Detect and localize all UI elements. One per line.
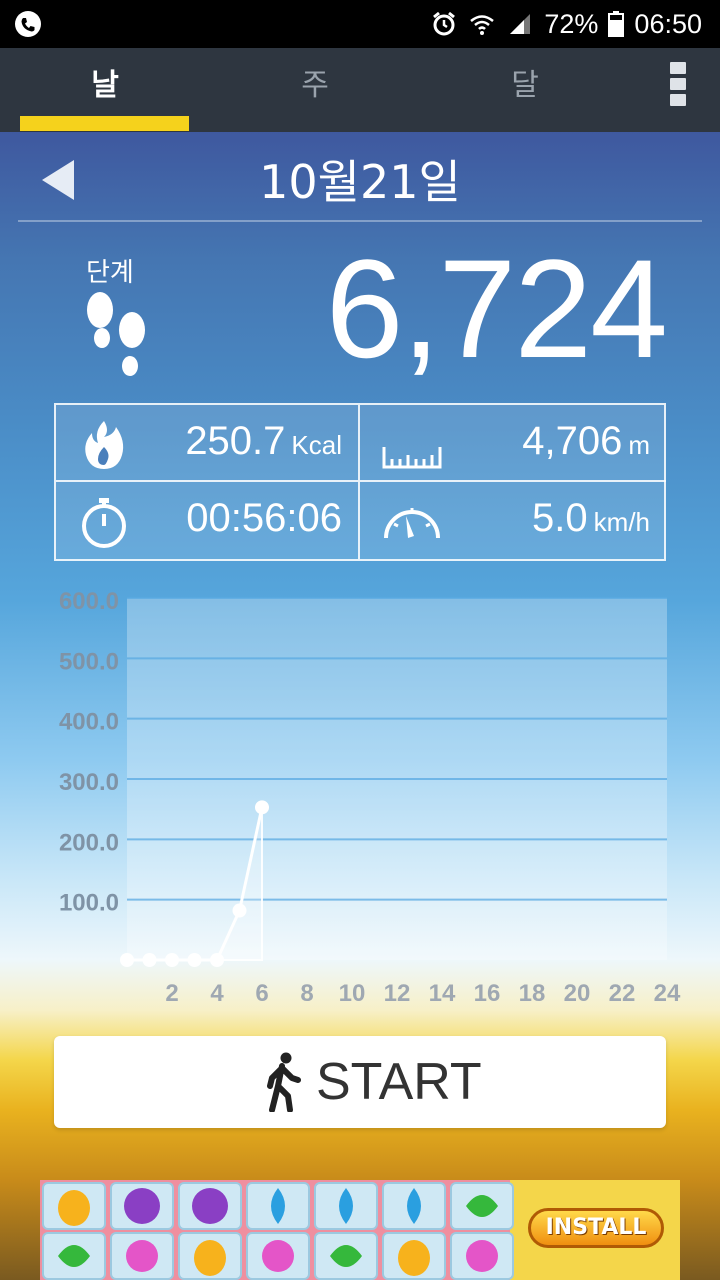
- start-button[interactable]: START: [54, 1036, 666, 1128]
- speed-value: 5.0: [532, 496, 588, 540]
- x-tick-label: 8: [300, 980, 313, 1007]
- x-tick-label: 20: [564, 980, 591, 1007]
- x-tick-label: 4: [210, 980, 224, 1007]
- phone-icon: [15, 11, 41, 37]
- ad-fruit-icons: [58, 1188, 498, 1276]
- chart-point: [255, 800, 269, 815]
- y-tick-label: 300.0: [59, 769, 119, 796]
- calories-cell: 250.7 Kcal: [56, 405, 360, 482]
- x-tick-label: 6: [255, 980, 268, 1007]
- x-tick-label: 2: [165, 980, 178, 1007]
- x-tick-label: 10: [339, 980, 366, 1007]
- x-tick-label: 14: [429, 980, 456, 1007]
- ad-game-grid: [40, 1180, 514, 1280]
- calories-value: 250.7: [185, 419, 286, 463]
- speed-unit: km/h: [593, 507, 650, 537]
- alarm-icon: [433, 11, 456, 36]
- status-bar: 72% 06:50: [0, 0, 720, 48]
- walker-icon: [267, 1052, 301, 1112]
- x-tick-label: 16: [474, 980, 501, 1007]
- ad-banner[interactable]: INSTALL: [40, 1180, 680, 1280]
- x-tick-label: 12: [384, 980, 411, 1007]
- duration-value: 00:56:06: [186, 496, 342, 540]
- start-label: START: [316, 1053, 482, 1111]
- y-tick-label: 200.0: [59, 829, 119, 856]
- date-header: 10월21일: [18, 132, 702, 222]
- distance-unit: m: [628, 430, 650, 460]
- stats-grid: 250.7 Kcal 4,706 m 00:56:06 5.0 km/h: [54, 403, 666, 561]
- duration-cell: 00:56:06: [56, 482, 360, 559]
- signal-icon: [510, 14, 531, 34]
- footprints-icon: [87, 292, 145, 376]
- chart-point: [142, 953, 157, 967]
- y-tick-label: 600.0: [59, 588, 119, 615]
- x-tick-label: 22: [609, 980, 636, 1007]
- steps-count: 6,724: [325, 230, 668, 387]
- y-tick-label: 100.0: [59, 890, 119, 917]
- y-tick-label: 500.0: [59, 648, 119, 675]
- wifi-icon: [470, 15, 495, 35]
- tab-month[interactable]: 달: [420, 48, 630, 132]
- battery-icon: [608, 11, 625, 37]
- stopwatch-icon: [82, 498, 126, 548]
- chart-point: [232, 903, 247, 918]
- speedometer-icon: [384, 508, 440, 539]
- battery-percent: 72%: [544, 8, 599, 39]
- date-title: 10월21일: [259, 155, 461, 209]
- x-tick-label: 18: [519, 980, 546, 1007]
- chart-svg: 100.0200.0300.0400.0500.0600.02 4 6 8 10 12 14…: [59, 588, 681, 1007]
- chart-point: [187, 953, 202, 967]
- x-tick-label: 24: [654, 980, 681, 1007]
- flame-icon: [85, 421, 124, 469]
- chart-point: [165, 953, 179, 967]
- hourly-steps-chart: 100.0 200.0 300.0 400.0 500.0 600.0 2 4 6 8 10 12 14…: [0, 575, 720, 1015]
- steps-label: 단계: [86, 258, 134, 288]
- overflow-menu-icon[interactable]: [670, 62, 688, 110]
- install-button[interactable]: INSTALL: [528, 1208, 664, 1248]
- distance-value: 4,706: [522, 419, 623, 463]
- chart-point: [120, 953, 134, 967]
- chart-point: [210, 953, 224, 967]
- y-tick-label: 400.0: [59, 709, 119, 736]
- calories-unit: Kcal: [291, 430, 342, 460]
- active-tab-indicator: [20, 116, 189, 131]
- clock: 06:50: [634, 8, 702, 39]
- distance-cell: 4,706 m: [360, 405, 666, 482]
- ruler-icon: [382, 447, 442, 469]
- speed-cell: 5.0 km/h: [360, 482, 666, 559]
- tab-week[interactable]: 주: [210, 48, 420, 132]
